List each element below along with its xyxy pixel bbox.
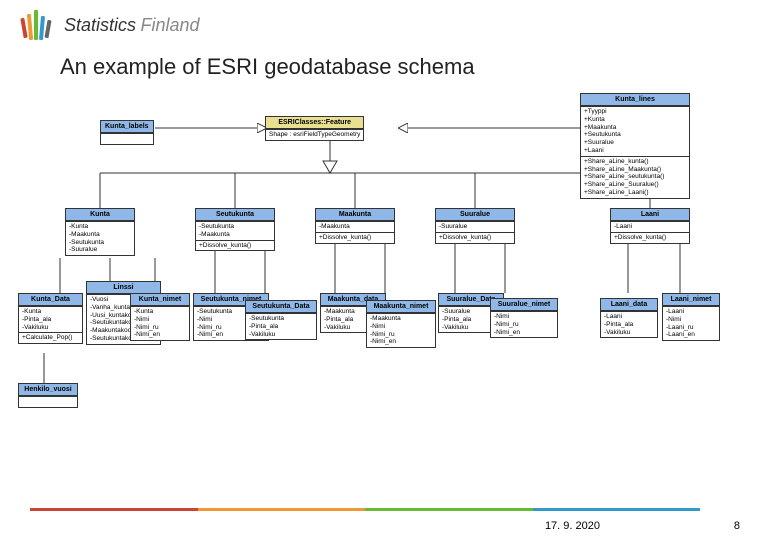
attr: -Vakiluku [604,329,654,337]
brand-sub: Finland [140,15,199,35]
class-header: Kunta [66,209,134,221]
attr: +Suuralue [584,139,686,147]
class-header: Kunta_lines [581,94,689,106]
class-header: Kunta_nimet [131,294,189,306]
op: +Dissolve_kunta() [614,234,686,242]
class-header: Laani_data [601,299,657,311]
attr: -Pinta_ala [604,321,654,329]
brand-main: Statistics [64,15,136,35]
op: +Share_aLine_Maakunta() [584,166,686,174]
op: +Share_aLine_kunta() [584,158,686,166]
attr: -Seutukunta [249,315,313,323]
attr: +Seutukunta [584,131,686,139]
class-seutukunta: Seutukunta -Seutukunta -Maakunta +Dissol… [195,208,275,251]
class-laani-nimet: Laani_nimet -Laani -Nimi -Laani_ru -Laan… [662,293,720,341]
attr: +Maakunta [584,124,686,132]
attr: -Maakunta [370,315,432,323]
class-header: Maakunta [316,209,394,221]
attr: -Nimi [494,313,554,321]
class-kunta-nimet: Kunta_nimet -Kunta -Nimi -Nimi_ru -Nimi_… [130,293,190,341]
class-header: Suuralue_nimet [491,299,557,311]
attr: -Suuralue [439,223,511,231]
attr: -Kunta [22,308,79,316]
attr: -Laani [604,313,654,321]
attr: -Nimi [370,323,432,331]
attr: -Nimi_en [494,329,554,337]
attr: -Nimi_ru [494,321,554,329]
op: +Dissolve_kunta() [199,242,271,250]
class-header: ESRIClasses::Feature [266,117,363,129]
attr: -Nimi_ru [370,331,432,339]
uml-diagram: Kunta_labels ESRIClasses::Feature Shape … [10,88,770,448]
class-kunta-labels: Kunta_labels [100,120,154,145]
attr: -Pinta_ala [22,316,79,324]
attr: +Tyyppi [584,108,686,116]
op: +Dissolve_kunta() [439,234,511,242]
op: +Share_aLine_Suuralue() [584,181,686,189]
brand-text: Statistics Finland [64,15,200,36]
attr: Shape : esriFieldTypeGeometry [269,131,360,139]
header: Statistics Finland [0,0,780,50]
attr: -Maakunta [69,231,131,239]
class-header: Suuralue [436,209,514,221]
attr: -Pinta_ala [249,323,313,331]
class-header: Maakunta_nimet [367,301,435,313]
attr: -Nimi_en [134,331,186,339]
footer: 17. 9. 2020 8 [0,508,780,540]
attr: -Laani [614,223,686,231]
class-maakunta: Maakunta -Maakunta +Dissolve_kunta() [315,208,395,244]
class-header: Kunta_labels [101,121,153,133]
attr: -Vakiluku [22,324,79,332]
class-header: Kunta_Data [19,294,82,306]
class-laani-data: Laani_data -Laani -Pinta_ala -Vakiluku [600,298,658,338]
footer-page-number: 8 [734,520,740,532]
attr: -Nimi [666,316,716,324]
class-header: Laani [611,209,689,221]
attr: -Vakiluku [249,331,313,339]
attr: -Seutukunta [69,239,131,247]
attr: +Laani [584,147,686,155]
class-header: Seutukunta_Data [246,301,316,313]
op: +Share_aLine_seutukunta() [584,173,686,181]
class-header: Seutukunta [196,209,274,221]
attr: -Laani [666,308,716,316]
class-henkilo-vuosi: Henkilo_vuosi [18,383,78,408]
attr: -Maakunta [199,231,271,239]
class-seutukunta-data: Seutukunta_Data -Seutukunta -Pinta_ala -… [245,300,317,340]
attr: -Nimi [134,316,186,324]
class-kunta-data: Kunta_Data -Kunta -Pinta_ala -Vakiluku +… [18,293,83,344]
op: +Dissolve_kunta() [319,234,391,242]
attr: -Laani_en [666,331,716,339]
class-esri-feature: ESRIClasses::Feature Shape : esriFieldTy… [265,116,364,141]
attr: -Kunta [134,308,186,316]
attr: -Maakunta [319,223,391,231]
footer-date: 17. 9. 2020 [545,520,600,532]
class-suuralue-nimet: Suuralue_nimet -Nimi -Nimi_ru -Nimi_en [490,298,558,338]
attr: -Seutukunta [199,223,271,231]
class-header: Henkilo_vuosi [19,384,77,396]
attr: -Laani_ru [666,324,716,332]
attr: -Nimi_ru [134,324,186,332]
footer-color-bar [30,508,700,511]
class-kunta: Kunta -Kunta -Maakunta -Seutukunta -Suur… [65,208,135,256]
class-maakunta-nimet: Maakunta_nimet -Maakunta -Nimi -Nimi_ru … [366,300,436,348]
class-header: Laani_nimet [663,294,719,306]
page-title: An example of ESRI geodatabase schema [0,50,780,88]
class-laani: Laani -Laani +Dissolve_kunta() [610,208,690,244]
class-suuralue: Suuralue -Suuralue +Dissolve_kunta() [435,208,515,244]
attr: -Suuralue [69,246,131,254]
statistics-finland-logo-icon [20,8,54,42]
attr: -Nimi_en [370,338,432,346]
attr: -Kunta [69,223,131,231]
attr: +Kunta [584,116,686,124]
class-kunta-lines: Kunta_lines +Tyyppi +Kunta +Maakunta +Se… [580,93,690,199]
op: +Share_aLine_Laani() [584,189,686,197]
op: +Calculate_Pop() [22,334,79,342]
